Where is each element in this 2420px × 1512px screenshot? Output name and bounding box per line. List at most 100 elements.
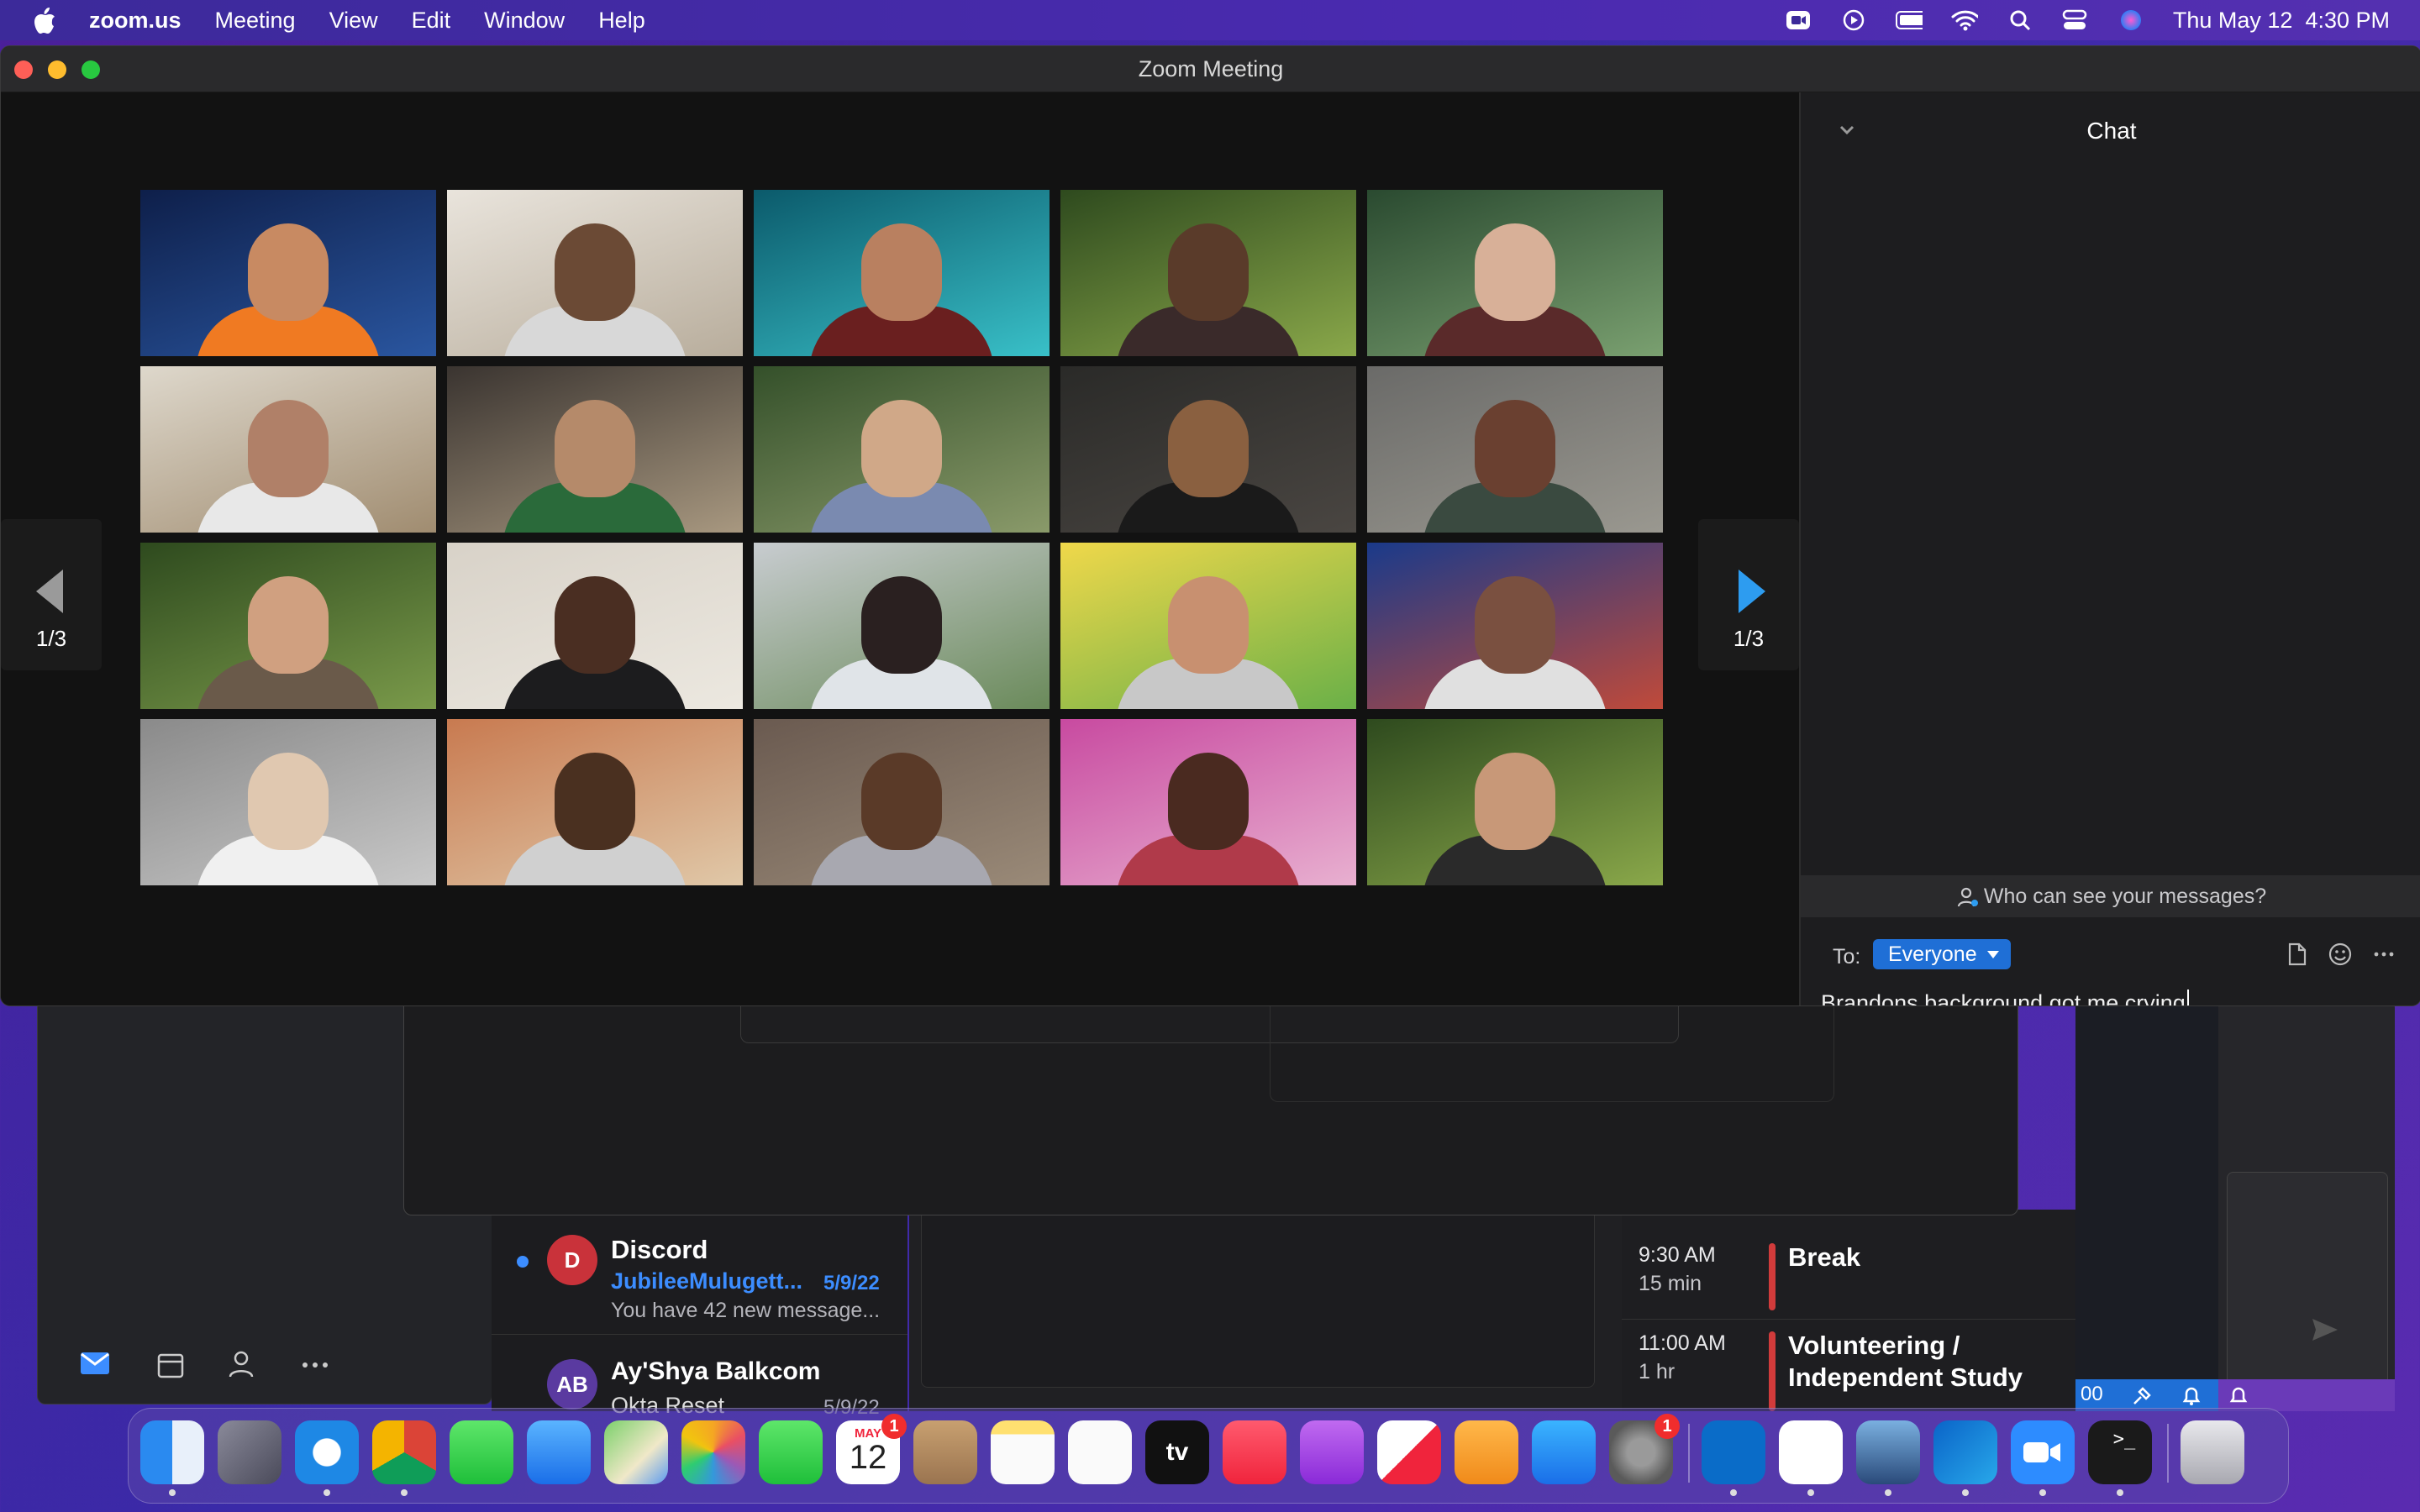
zoom-window-button[interactable] [82,60,100,79]
participant-video-tile[interactable] [1367,190,1663,356]
trash-icon[interactable] [2181,1420,2244,1484]
finder-icon[interactable] [140,1420,204,1484]
mail-icon[interactable] [80,1352,110,1375]
menu-window[interactable]: Window [484,8,565,34]
arrow-left-icon [36,570,63,613]
to-label: To: [1833,945,1861,969]
messages-icon[interactable] [450,1420,513,1484]
send-icon[interactable] [2311,1317,2339,1342]
facetime-icon[interactable] [759,1420,823,1484]
compose-box[interactable] [2227,1172,2388,1392]
participant-video-tile[interactable] [1060,543,1356,709]
participant-head [861,576,942,674]
mail-sender: Discord [611,1235,708,1264]
spotlight-search-icon[interactable] [2007,8,2033,32]
gallery-view: 1/3 1/3 [1,92,1799,1005]
mail-app-icon[interactable] [527,1420,591,1484]
agenda-event[interactable]: 11:00 AM 1 hr Volunteering / Independent… [1622,1331,2075,1411]
outlook-icon[interactable] [1933,1420,1997,1484]
reminders-icon[interactable] [1068,1420,1132,1484]
chrome-icon[interactable] [372,1420,436,1484]
more-icon[interactable] [302,1362,329,1368]
zoom-status-icon[interactable] [1785,8,1812,32]
participant-video-tile[interactable] [140,366,436,533]
calendar-icon[interactable] [157,1352,184,1378]
menu-bar: zoom.us Meeting View Edit Window Help Th… [0,0,2420,40]
more-options-icon[interactable] [2370,941,2397,968]
safari-icon[interactable] [295,1420,359,1484]
music-icon[interactable] [1223,1420,1286,1484]
preview-icon[interactable] [1856,1420,1920,1484]
bell-icon[interactable] [2228,1385,2249,1407]
mail-list-item[interactable]: AB Ay'Shya Balkcom Okta Reset 5/9/22 [492,1336,908,1419]
participant-video-tile[interactable] [1060,190,1356,356]
next-page-button[interactable]: 1/3 [1698,519,1799,670]
mail-list-item[interactable]: D Discord JubileeMulugett... 5/9/22 You … [492,1210,908,1335]
agenda-event[interactable]: 9:30 AM 15 min Break [1622,1242,2075,1320]
battery-icon[interactable] [1895,8,1923,32]
photos-icon[interactable] [681,1420,745,1484]
participant-video-tile[interactable] [447,190,743,356]
chat-message-input[interactable]: Brandons background got me crying [1821,990,2189,1005]
participant-video-tile[interactable] [1367,366,1663,533]
participant-video-tile[interactable] [447,366,743,533]
menu-help[interactable]: Help [598,8,645,34]
participant-video-tile[interactable] [447,719,743,885]
menu-edit[interactable]: Edit [412,8,451,34]
mail-reading-pane [909,1210,1623,1411]
calendar-app-icon[interactable]: MAY 12 1 [836,1414,907,1484]
control-center-icon[interactable] [2062,8,2089,32]
menu-clock[interactable]: Thu May 12 4:30 PM [2173,8,2390,34]
calendar-month: MAY [855,1425,881,1441]
podcasts-icon[interactable] [1300,1420,1364,1484]
participant-video-tile[interactable] [1060,366,1356,533]
participant-video-tile[interactable] [140,543,436,709]
participant-video-tile[interactable] [140,719,436,885]
close-window-button[interactable] [14,60,33,79]
maps-icon[interactable] [604,1420,668,1484]
news-icon[interactable] [1377,1420,1441,1484]
play-icon[interactable] [1840,8,1867,32]
participant-video-tile[interactable] [754,190,1050,356]
participant-head [1475,576,1555,674]
participant-video-tile[interactable] [754,543,1050,709]
apple-tv-icon[interactable]: tv [1145,1420,1209,1484]
participant-video-tile[interactable] [140,190,436,356]
who-can-see-messages-link[interactable]: Who can see your messages? [1801,875,2420,917]
bell-icon[interactable] [2181,1385,2202,1407]
menu-app-name[interactable]: zoom.us [89,8,182,34]
participant-video-tile[interactable] [754,366,1050,533]
zoom-meeting-window: Zoom Meeting 1/3 1/3 Chat Who can see yo… [0,45,2420,1006]
launchpad-icon[interactable] [218,1420,281,1484]
participant-video-tile[interactable] [447,543,743,709]
menu-view[interactable]: View [329,8,378,34]
contacts-icon[interactable] [913,1420,977,1484]
file-icon[interactable] [2283,941,2310,968]
people-icon[interactable] [228,1350,255,1378]
terminal-icon[interactable]: >_ [2088,1420,2152,1484]
menu-meeting[interactable]: Meeting [215,8,296,34]
apple-logo-icon[interactable] [32,6,57,34]
participant-video-tile[interactable] [754,719,1050,885]
participant-video-tile[interactable] [1367,719,1663,885]
emoji-icon[interactable] [2327,941,2354,968]
app-store-icon[interactable] [1532,1420,1596,1484]
event-time: 11:00 AM [1639,1331,1726,1355]
wifi-icon[interactable] [1951,8,1978,32]
running-indicator [401,1489,408,1496]
minimize-window-button[interactable] [48,60,66,79]
slack-icon[interactable] [1779,1420,1843,1484]
remote-icon[interactable] [2131,1385,2153,1407]
participant-video-tile[interactable] [1060,719,1356,885]
participant-video-tile[interactable] [1367,543,1663,709]
system-preferences-icon[interactable]: 1 [1609,1414,1680,1484]
notes-icon[interactable] [991,1420,1055,1484]
zoom-app-icon[interactable] [2011,1420,2075,1484]
notification-badge: 1 [1655,1414,1680,1439]
vscode-icon[interactable] [1702,1420,1765,1484]
previous-page-button[interactable]: 1/3 [1,519,102,670]
recipient-dropdown[interactable]: Everyone [1873,939,2011,969]
avatar: D [547,1235,597,1285]
pages-icon[interactable] [1455,1420,1518,1484]
siri-icon[interactable] [2118,8,2144,32]
